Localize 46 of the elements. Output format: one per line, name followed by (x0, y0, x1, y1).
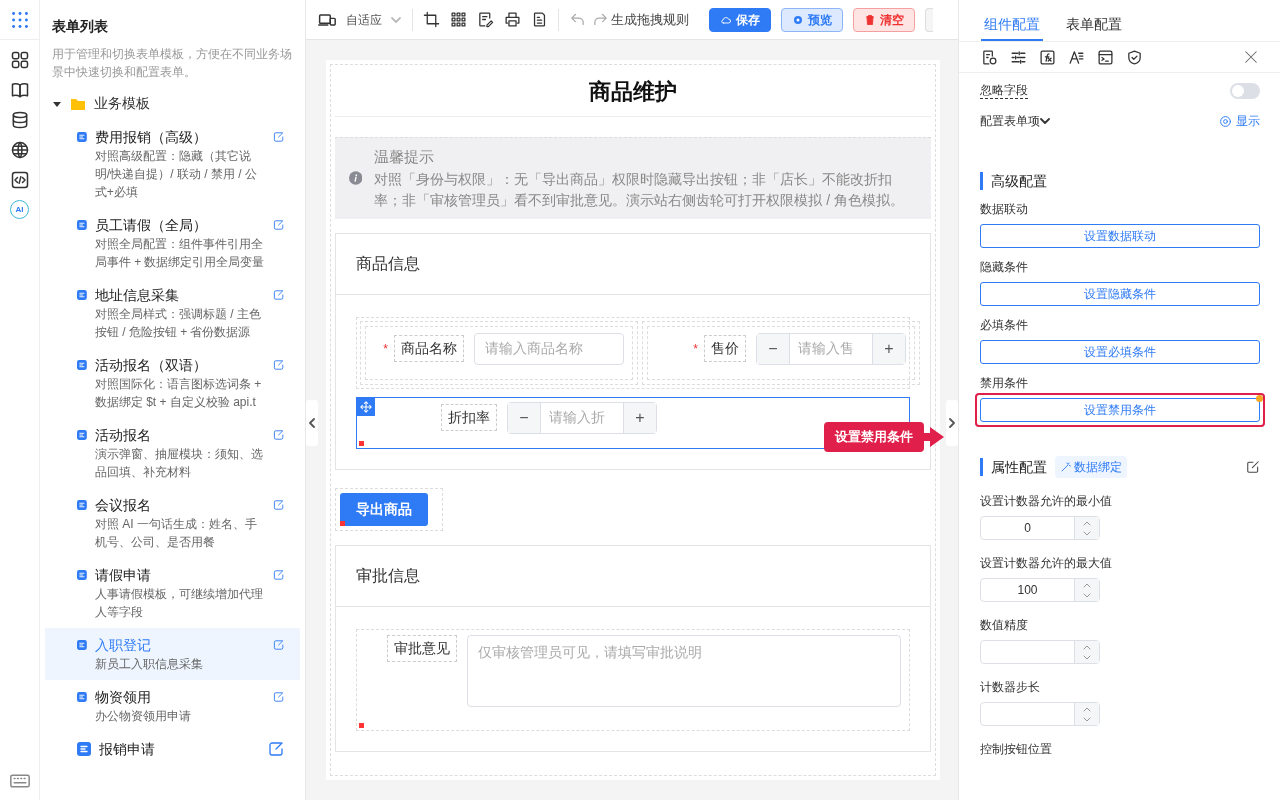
template-title: 活动报名 (94, 426, 152, 445)
required-mark: * (693, 340, 698, 358)
template-description: 对照国际化：语言图标选词条 + 数据绑定 $t + 自定义校验 api.t (94, 376, 263, 411)
sidebar-title: 表单列表 (52, 17, 109, 36)
field-label: 商品名称 (394, 335, 464, 362)
template-title: 员工请假（全局） (94, 216, 208, 235)
template-description: 对照 AI 一句话生成：姓名、手机号、公司、是否用餐 (94, 516, 258, 551)
setting-label: 设置计数器允许的最大值 (980, 555, 1113, 572)
setting-label: 禁用条件 (980, 375, 1029, 392)
notice-title: 温馨提示 (374, 147, 436, 167)
template-description: 对照全局配置：组件事件引用全局事件 + 数据绑定引用全局变量 (94, 236, 265, 271)
template-description: 新员工入职信息采集 (94, 656, 204, 673)
field-label: 售价 (704, 335, 746, 362)
sidebar-description: 用于管理和切换表单模板，方便在不同业务场景中快速切换和配置表单。 (52, 46, 292, 81)
field-label: 折扣率 (441, 404, 497, 431)
setting-label: 设置计数器允许的最小值 (980, 493, 1113, 510)
template-description: 对照全局样式：强调标题 / 主色按钮 / 危险按钮 + 省份数据源 (94, 306, 262, 341)
template-title: 会议报名 (94, 496, 152, 515)
template-title: 物资领用 (94, 688, 152, 707)
required-mark: * (383, 340, 388, 358)
setting-label: 隐藏条件 (980, 259, 1029, 276)
card-title: 审批信息 (336, 545, 930, 607)
setting-label: 控制按钮位置 (980, 741, 1053, 758)
setting-label: 必填条件 (980, 317, 1029, 334)
section-title: 属性配置 (980, 458, 1047, 476)
card-title: 商品信息 (336, 233, 930, 295)
setting-label: 数值精度 (980, 617, 1029, 634)
template-title: 请假申请 (94, 566, 152, 585)
field-label: 审批意见 (387, 634, 457, 662)
template-title: 入职登记 (94, 636, 152, 655)
template-title: 地址信息采集 (94, 286, 180, 305)
template-description: 对照高级配置：隐藏（其它说明/快递自提）/ 联动 / 禁用 / 公式+必填 (94, 148, 258, 201)
notice-text: 对照「身份与权限」：无「导出商品」权限时隐藏导出按钮；非「店长」不能改折扣率；非「审核管理员」看不到审批意见。演示站右侧齿轮可打开权限模拟 / 角色模拟。 (374, 169, 906, 210)
template-title: 报销申请 (99, 740, 156, 759)
template-description: 人事请假模板，可继续增加代理人等字段 (94, 586, 264, 621)
template-description: 办公物资领用申请 (94, 708, 192, 725)
form-title: 商品维护 (335, 65, 931, 117)
template-title: 费用报销（高级） (94, 128, 208, 147)
setting-label: 数据联动 (980, 201, 1029, 218)
callout-tooltip: 设置禁用条件 (824, 422, 944, 452)
folder-label: 业务模板 (94, 94, 150, 113)
setting-label: 忽略字段 (980, 83, 1028, 99)
setting-label: 计数器步长 (980, 679, 1041, 696)
template-title: 活动报名（双语） (94, 356, 208, 375)
section-title: 高级配置 (980, 172, 1260, 190)
template-description: 演示弹窗、抽屉模块：须知、选品回填、补充材料 (94, 446, 264, 481)
